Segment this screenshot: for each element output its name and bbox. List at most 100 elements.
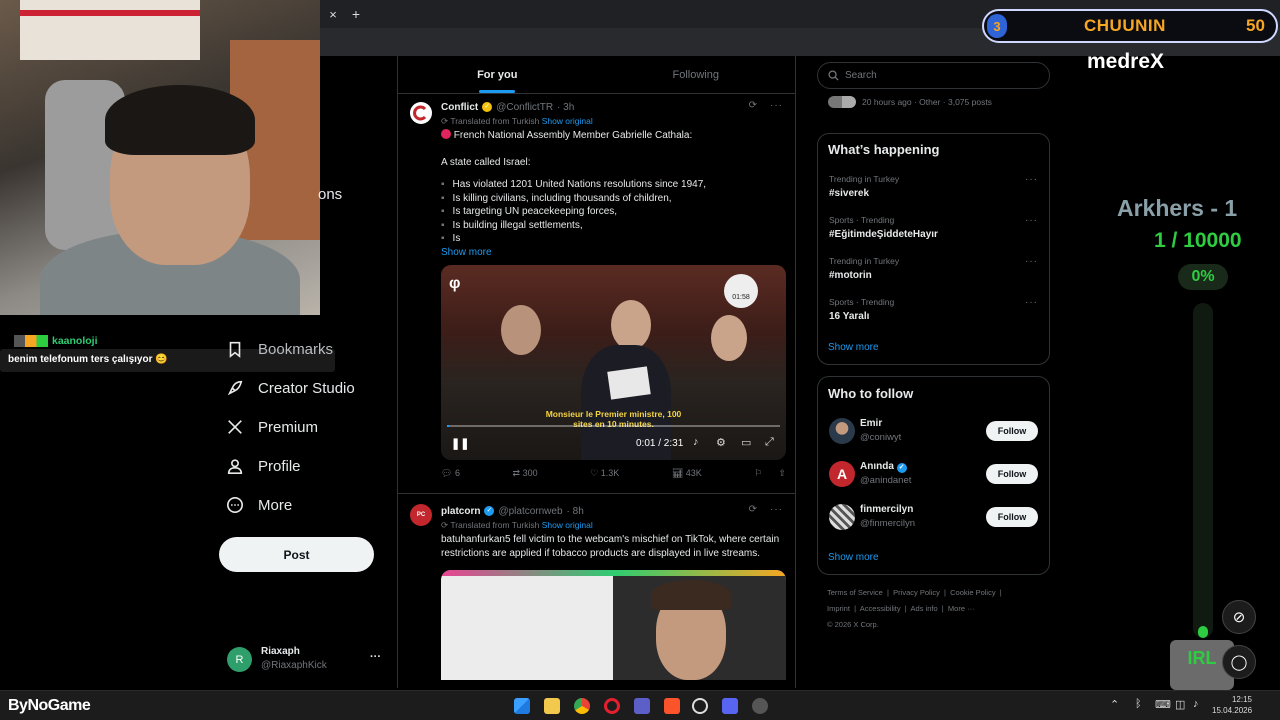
taskbar: ByNoGame ⌃ ᛒ ⌨ ◫ ♪ 12:15 15.04.2026 bbox=[0, 690, 1280, 720]
follow-show-more[interactable]: Show more bbox=[828, 552, 879, 563]
translation-note: ⟳ Translated from Turkish Show original bbox=[441, 520, 593, 530]
volume-icon[interactable]: ♪ bbox=[1193, 698, 1199, 710]
trend-item[interactable]: Sports · Trending #EğitimdeŞiddeteHayır … bbox=[829, 215, 1038, 245]
tweet-time[interactable]: · 8h bbox=[567, 506, 584, 517]
timeline: For you Following Conflict ✓ @ConflictTR… bbox=[397, 56, 796, 688]
no-link-icon[interactable]: ⊘ bbox=[1222, 600, 1256, 634]
account-menu-icon[interactable]: ··· bbox=[370, 651, 381, 663]
tab-following[interactable]: Following bbox=[597, 56, 796, 93]
video-subtitle-2: sites en 10 minutes. bbox=[573, 418, 654, 429]
show-more-link[interactable]: Show more bbox=[441, 247, 783, 258]
nav-more-label: More bbox=[258, 496, 293, 514]
tweet-author[interactable]: platcorn bbox=[441, 506, 480, 517]
goal-title: Arkhers - 1 bbox=[1117, 195, 1238, 221]
chat-bubble-icon[interactable]: ◯ bbox=[1222, 645, 1256, 679]
avatar bbox=[829, 504, 855, 530]
tweet-time[interactable]: · 3h bbox=[557, 102, 574, 113]
post-button[interactable]: Post bbox=[219, 537, 374, 572]
footer-link[interactable]: Accessibility bbox=[860, 604, 901, 613]
pause-icon[interactable]: ❚❚ bbox=[451, 437, 469, 450]
rank-bar: 3 CHUUNIN 50 bbox=[982, 9, 1278, 43]
trends-show-more[interactable]: Show more bbox=[828, 342, 879, 353]
rank-number: 3 bbox=[987, 14, 1007, 38]
footer-link[interactable]: Imprint bbox=[827, 604, 850, 613]
red-circle-icon bbox=[441, 129, 451, 139]
nav-partial-item[interactable]: ons bbox=[318, 186, 342, 203]
file-explorer-icon[interactable] bbox=[544, 698, 560, 714]
tweet[interactable]: Conflict ✓ @ConflictTR · 3h ⟳ ··· ⟳ Tran… bbox=[398, 94, 795, 494]
tweet-video[interactable]: φ 01:58 Monsieur le Premier ministre, 10… bbox=[441, 264, 786, 460]
tab-for-you[interactable]: For you bbox=[398, 56, 597, 93]
views-button[interactable]: 📊︎ 43K bbox=[672, 468, 702, 479]
trend-item[interactable]: Trending in Turkey #motorin ··· bbox=[829, 256, 1038, 286]
rank-name: CHUUNIN bbox=[1084, 16, 1166, 35]
nav-more[interactable]: More bbox=[226, 496, 292, 514]
obs-icon[interactable] bbox=[752, 698, 768, 714]
grok-icon[interactable]: ⟳ bbox=[749, 100, 757, 111]
like-button[interactable]: ♡ 1.3K bbox=[590, 468, 619, 479]
follow-button[interactable]: Follow bbox=[986, 507, 1038, 527]
network-icon[interactable]: ◫ bbox=[1175, 698, 1185, 711]
nav-bookmarks-label: Bookmarks bbox=[258, 340, 334, 358]
trend-menu-icon[interactable]: ··· bbox=[1025, 256, 1038, 267]
account-handle: @RiaxaphKick bbox=[261, 660, 327, 671]
windows-start-icon[interactable] bbox=[514, 698, 530, 714]
account-switcher[interactable]: R Riaxaph @RiaxaphKick ··· bbox=[227, 645, 387, 675]
volume-icon[interactable]: ♪ bbox=[693, 436, 699, 448]
nav-premium[interactable]: Premium bbox=[226, 418, 318, 436]
discord-icon[interactable] bbox=[722, 698, 738, 714]
bookmark-icon[interactable]: ⚐ bbox=[754, 468, 762, 479]
follow-suggestion[interactable]: Emir @coniwyt Follow bbox=[829, 416, 1038, 448]
footer-link[interactable]: Ads info bbox=[911, 604, 938, 613]
show-original-link[interactable]: Show original bbox=[542, 520, 593, 530]
share-icon[interactable]: ⇧ bbox=[778, 468, 786, 479]
trend-menu-icon[interactable]: ··· bbox=[1025, 174, 1038, 185]
tweet-author[interactable]: Conflict bbox=[441, 102, 478, 113]
trend-menu-icon[interactable]: ··· bbox=[1025, 297, 1038, 308]
chrome-icon[interactable] bbox=[574, 698, 590, 714]
nav-profile[interactable]: Profile bbox=[226, 457, 301, 475]
close-tab-icon[interactable]: × bbox=[325, 6, 341, 22]
system-clock[interactable]: 12:15 15.04.2026 bbox=[1212, 694, 1252, 716]
nav-bookmarks[interactable]: Bookmarks bbox=[226, 340, 333, 358]
follow-suggestion[interactable]: finmercilyn @finmercilyn Follow bbox=[829, 502, 1038, 534]
opera-icon[interactable] bbox=[604, 698, 620, 714]
settings-icon[interactable]: ⚙ bbox=[716, 436, 726, 449]
follow-suggestion[interactable]: A Anında ✓ @anindanet Follow bbox=[829, 459, 1038, 491]
fullscreen-icon[interactable]: ⤢ bbox=[765, 436, 774, 449]
pip-icon[interactable]: ▭ bbox=[741, 436, 751, 449]
trend-menu-icon[interactable]: ··· bbox=[1025, 215, 1038, 226]
reply-button[interactable]: 💬︎ 6 bbox=[441, 468, 460, 479]
tweet-handle[interactable]: @platcornweb bbox=[498, 506, 562, 517]
follow-button[interactable]: Follow bbox=[986, 464, 1038, 484]
whats-happening-card: What’s happening Trending in Turkey #siv… bbox=[817, 133, 1050, 365]
tweet-handle[interactable]: @ConflictTR bbox=[496, 102, 553, 113]
new-tab-icon[interactable]: + bbox=[348, 6, 364, 22]
verified-icon: ✓ bbox=[896, 463, 907, 473]
footer-link[interactable]: More ··· bbox=[948, 604, 975, 613]
footer-link[interactable]: Cookie Policy bbox=[950, 588, 995, 597]
tray-arrow-icon[interactable]: ⌃ bbox=[1110, 698, 1119, 711]
grok-icon[interactable]: ⟳ bbox=[749, 504, 757, 515]
tweet[interactable]: PC platcorn ✓ @platcornweb · 8h ⟳ ··· ⟳ … bbox=[398, 494, 795, 688]
show-original-link[interactable]: Show original bbox=[542, 116, 593, 126]
trend-item[interactable]: Sports · Trending 16 Yaralı ··· bbox=[829, 297, 1038, 327]
brave-icon[interactable] bbox=[664, 698, 680, 714]
footer-link[interactable]: Privacy Policy bbox=[893, 588, 940, 597]
tweet-image[interactable] bbox=[441, 570, 786, 680]
tweet-menu-icon[interactable]: ··· bbox=[770, 100, 783, 111]
footer-link[interactable]: Terms of Service bbox=[827, 588, 883, 597]
chatgpt-icon[interactable] bbox=[692, 698, 708, 714]
tweet-menu-icon[interactable]: ··· bbox=[770, 504, 783, 515]
app-icon[interactable] bbox=[634, 698, 650, 714]
who-to-follow-card: Who to follow Emir @coniwyt Follow A Anı… bbox=[817, 376, 1050, 575]
nav-creator-studio[interactable]: Creator Studio bbox=[226, 379, 355, 397]
search-input[interactable]: Search bbox=[817, 62, 1050, 89]
timeline-tabs: For you Following bbox=[398, 56, 795, 94]
video-progress-track[interactable] bbox=[447, 424, 780, 427]
follow-button[interactable]: Follow bbox=[986, 421, 1038, 441]
bluetooth-icon[interactable]: ᛒ bbox=[1135, 698, 1142, 710]
repost-button[interactable]: ⇄ 300 bbox=[513, 468, 538, 479]
trend-item[interactable]: Trending in Turkey #siverek ··· bbox=[829, 174, 1038, 204]
keyboard-icon[interactable]: ⌨ bbox=[1155, 698, 1171, 711]
